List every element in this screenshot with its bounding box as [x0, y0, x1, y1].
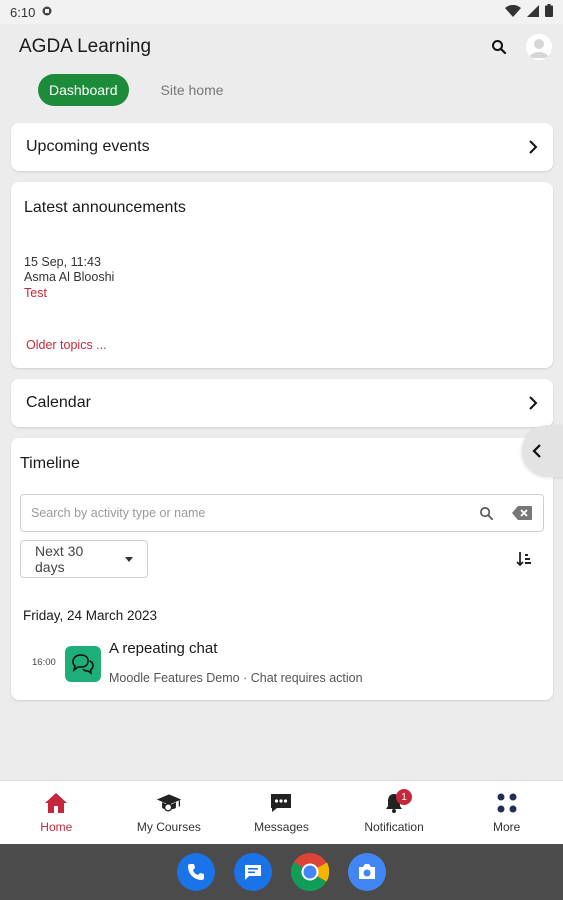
chrome-app-icon[interactable] [291, 853, 329, 891]
nav-more-label: More [493, 820, 521, 834]
graduation-cap-icon [156, 791, 182, 815]
nav-my-courses-label: My Courses [136, 820, 201, 834]
filter-value: Next 30 days [35, 543, 84, 575]
tab-dashboard[interactable]: Dashboard [38, 74, 129, 106]
sort-button[interactable] [513, 548, 535, 570]
bottom-nav: Home My Courses Messages 1 Notification … [0, 780, 563, 844]
nav-messages-label: Messages [254, 820, 309, 834]
home-icon [43, 791, 69, 815]
calendar-title: Calendar [26, 394, 91, 411]
notification-status-icon [41, 5, 53, 20]
backspace-icon [512, 506, 532, 520]
event-name-link[interactable]: A repeating chat [109, 640, 217, 657]
announcements-card: Latest announcements 15 Sep, 11:43 Asma … [11, 182, 553, 368]
event-meta: Moodle Features Demo · Chat requires act… [109, 671, 363, 685]
battery-icon [545, 4, 553, 20]
phone-app-icon[interactable] [177, 853, 215, 891]
nav-notification[interactable]: 1 Notification [338, 781, 451, 844]
system-dock [0, 844, 563, 900]
announcement-author: Asma Al Blooshi [24, 270, 115, 284]
nav-more[interactable]: More [450, 781, 563, 844]
timeline-filter-select[interactable]: Next 30 days [20, 540, 148, 578]
clear-search-button[interactable] [511, 502, 533, 524]
search-icon [479, 506, 493, 520]
timeline-title: Timeline [20, 455, 80, 472]
upcoming-events-card[interactable]: Upcoming events [11, 123, 553, 171]
sort-icon [516, 552, 531, 567]
announcements-title: Latest announcements [24, 199, 186, 216]
search-button[interactable] [486, 34, 512, 60]
wifi-icon [505, 4, 521, 20]
grid-dots-icon [494, 791, 520, 815]
calendar-card[interactable]: Calendar [11, 379, 553, 427]
user-avatar[interactable] [526, 34, 552, 60]
chevron-right-icon [529, 396, 538, 410]
nav-home[interactable]: Home [0, 781, 113, 844]
signal-icon [527, 4, 539, 20]
nav-messages[interactable]: Messages [225, 781, 338, 844]
chevron-right-icon [529, 140, 538, 154]
nav-my-courses[interactable]: My Courses [113, 781, 226, 844]
status-bar: 6:10 [0, 0, 563, 24]
chat-activity-icon [65, 646, 101, 682]
event-time: 16:00 [32, 657, 56, 668]
nav-notification-label: Notification [364, 820, 424, 834]
notification-badge: 1 [396, 789, 413, 805]
user-icon [526, 34, 552, 60]
search-placeholder: Search by activity type or name [31, 506, 206, 520]
announcement-subject-link[interactable]: Test [24, 286, 47, 300]
app-header: AGDA Learning Dashboard Site home [0, 24, 563, 120]
app-title: AGDA Learning [19, 36, 152, 57]
camera-app-icon[interactable] [348, 853, 386, 891]
upcoming-events-title: Upcoming events [26, 138, 150, 155]
older-topics-link[interactable]: Older topics ... [26, 338, 107, 352]
messages-app-icon[interactable] [234, 853, 272, 891]
status-time: 6:10 [10, 4, 36, 20]
nav-home-label: Home [40, 820, 73, 834]
timeline-search-input[interactable]: Search by activity type or name [20, 494, 544, 532]
dashboard-tabs: Dashboard Site home [38, 74, 234, 106]
chat-bubble-icon [268, 791, 294, 815]
bell-icon: 1 [381, 789, 413, 815]
tab-site-home[interactable]: Site home [151, 74, 234, 106]
timeline-date-heading: Friday, 24 March 2023 [23, 608, 158, 623]
chevron-left-icon [532, 444, 541, 458]
search-icon [492, 40, 507, 55]
caret-down-icon [125, 556, 133, 562]
timeline-card: Timeline Search by activity type or name… [11, 438, 553, 700]
announcement-date: 15 Sep, 11:43 [24, 255, 101, 269]
search-submit-button[interactable] [475, 502, 497, 524]
